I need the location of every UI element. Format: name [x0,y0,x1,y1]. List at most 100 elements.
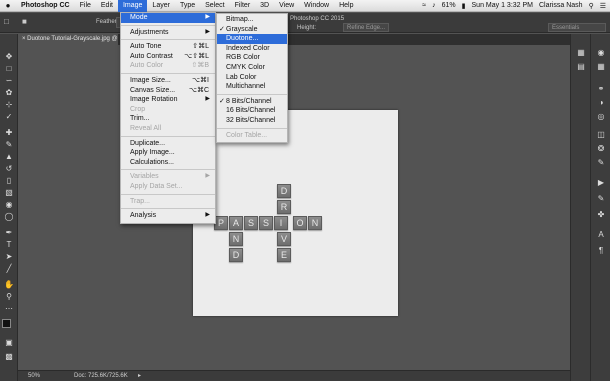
swatches-panel-icon[interactable]: ▦ [595,62,607,72]
document-tab-label: Duotone Tutorial-Grayscale.jpg @ [27,36,118,42]
menu-item-indexed-color[interactable]: Indexed Color [217,44,287,54]
menu-item-rgb-color[interactable]: RGB Color [217,53,287,63]
clone-source-icon[interactable]: ✤ [595,210,607,220]
lasso-tool-icon[interactable]: ∽ [3,76,15,86]
path-select-icon[interactable]: ➤ [3,252,15,262]
status-bar: 50% Doc: 725.6K/725.6K ▸ [18,370,570,381]
wifi-icon[interactable]: ≈ [422,2,426,9]
battery-icon[interactable]: ▮ [462,2,466,10]
styles-panel-icon[interactable]: ◎ [595,112,607,122]
history-panel-icon[interactable]: ▦ [575,48,587,58]
menu-item-analysis[interactable]: Analysis ▶ [121,211,215,221]
channels-panel-icon[interactable]: ❂ [595,144,607,154]
blur-tool-icon[interactable]: ◉ [3,200,15,210]
paragraph-panel-icon[interactable]: ¶ [595,246,607,256]
move-tool-icon[interactable]: ✥ [3,52,15,62]
menu-item-calculations[interactable]: Calculations... [121,158,215,168]
brush-panel-icon[interactable]: ✎ [595,194,607,204]
zoom-tool-icon[interactable]: ⚲ [3,292,15,302]
menu-photoshop[interactable]: Photoshop CC [16,0,75,12]
document-tab-bar: × Duotone Tutorial-Grayscale.jpg @ [18,34,570,45]
eyedropper-icon[interactable]: ✓ [3,112,15,122]
menu-layer[interactable]: Layer [147,0,175,12]
menu-edit[interactable]: Edit [96,0,118,12]
crop-tool-icon[interactable]: ⊹ [3,100,15,110]
history-brush-icon[interactable]: ↺ [3,164,15,174]
menu-help[interactable]: Help [334,0,358,12]
menu-item-image-size[interactable]: Image Size... ⌥⌘I [121,76,215,86]
menu-item-label: Color Table... [226,131,268,139]
screen-mode-icon[interactable]: ▩ [3,352,15,362]
menu-filter[interactable]: Filter [230,0,256,12]
menu-item-mode[interactable]: Mode ▶ [121,13,215,23]
battery-percent[interactable]: 61% [442,2,456,9]
doc-size[interactable]: Doc: 725.6K/725.6K [74,371,128,381]
menu-item-lab-color[interactable]: Lab Color [217,73,287,83]
healing-brush-icon[interactable]: ✚ [3,128,15,138]
quick-select-icon[interactable]: ✿ [3,88,15,98]
list-icon[interactable]: ☰ [600,2,606,10]
menu-item-auto-contrast[interactable]: Auto Contrast ⌥⇧⌘L [121,52,215,62]
foreground-color-swatch[interactable] [2,319,11,328]
stamp-tool-icon[interactable]: ▲ [3,152,15,162]
menu-item-16-bits-channel[interactable]: 16 Bits/Channel [217,106,287,116]
menu-file[interactable]: File [75,0,96,12]
marquee-tool-icon[interactable]: □ [3,64,15,74]
menu-item-multichannel[interactable]: Multichannel [217,82,287,92]
menu-item-bitmap[interactable]: Bitmap... [217,15,287,25]
eraser-tool-icon[interactable]: ▯ [3,176,15,186]
type-tool-icon[interactable]: T [3,240,15,250]
menu-item-grayscale[interactable]: ✓ Grayscale [217,25,287,35]
volume-icon[interactable]: ♪ [432,2,436,9]
quick-mask-icon[interactable]: ▣ [3,338,15,348]
menu-item-adjustments[interactable]: Adjustments ▶ [121,28,215,38]
menu-type[interactable]: Type [175,0,200,12]
properties-panel-icon[interactable]: ▤ [575,62,587,72]
menu-image[interactable]: Image [117,0,148,12]
marquee-preset-icon[interactable]: □ [4,17,9,26]
user-name[interactable]: Clarissa Nash [539,2,583,9]
color-panel-icon[interactable]: ◉ [595,48,607,58]
menu-item-apply-image[interactable]: Apply Image... [121,148,215,158]
menu-window[interactable]: Window [299,0,334,12]
actions-panel-icon[interactable]: ▶ [595,178,607,188]
pen-tool-icon[interactable]: ✒ [3,228,15,238]
zoom-level[interactable]: 50% [28,371,40,381]
selection-mode-icon[interactable]: ■ [22,17,27,26]
hand-tool-icon[interactable]: ✋ [3,280,15,290]
clock[interactable]: Sun May 1 3:32 PM [472,2,533,9]
height-label: Height: [297,25,317,31]
menu-select[interactable]: Select [200,0,229,12]
menu-item-auto-tone[interactable]: Auto Tone ⇧⌘L [121,42,215,52]
tile-letter: D [277,184,291,198]
brush-tool-icon[interactable]: ✎ [3,140,15,150]
workspace-switcher[interactable]: Essentials [548,23,606,32]
document-tab[interactable]: × Duotone Tutorial-Grayscale.jpg @ [18,34,118,45]
apple-icon[interactable]: ● [0,1,16,10]
gradient-tool-icon[interactable]: ▧ [3,188,15,198]
menu-item-cmyk-color[interactable]: CMYK Color [217,63,287,73]
libraries-panel-icon[interactable]: ⚭ [595,84,607,94]
menu-item-32-bits-channel[interactable]: 32 Bits/Channel [217,116,287,126]
menu-item-duotone[interactable]: Duotone... [217,34,287,44]
status-menu-arrow-icon[interactable]: ▸ [138,371,141,381]
search-icon[interactable]: ⚲ [589,2,594,10]
menu-view[interactable]: View [274,0,299,12]
menu-item-image-rotation[interactable]: Image Rotation ▶ [121,95,215,105]
menu-item-canvas-size[interactable]: Canvas Size... ⌥⌘C [121,86,215,96]
refine-edge-button[interactable]: Refine Edge... [343,23,390,32]
menu-3d[interactable]: 3D [255,0,274,12]
paths-panel-icon[interactable]: ✎ [595,158,607,168]
menu-item-8-bits-channel[interactable]: ✓ 8 Bits/Channel [217,97,287,107]
menu-item-trim[interactable]: Trim... [121,114,215,124]
more-tools-icon[interactable]: ⋯ [3,304,15,314]
character-panel-icon[interactable]: A [595,230,607,240]
adjustments-panel-icon[interactable]: ◑ [595,98,607,108]
menu-item-duplicate[interactable]: Duplicate... [121,139,215,149]
menu-item-label: Auto Color [130,62,164,70]
tile-letter: S [259,216,273,230]
layers-panel-icon[interactable]: ◫ [595,130,607,140]
menu-item-variables: Variables ▶ [121,172,215,182]
dodge-tool-icon[interactable]: ◯ [3,212,15,222]
line-tool-icon[interactable]: ╱ [3,264,15,274]
